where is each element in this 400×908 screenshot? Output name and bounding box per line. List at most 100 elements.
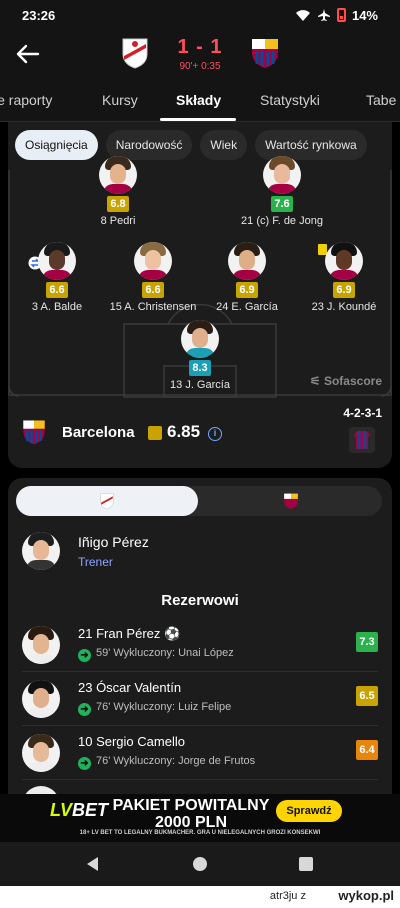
- substitute-rating: 6.4: [356, 740, 378, 760]
- nav-recents-icon[interactable]: [295, 853, 317, 875]
- coach-name: Iñigo Pérez: [78, 534, 149, 550]
- footer-username: atr3ju: [269, 890, 298, 902]
- wifi-icon: [295, 9, 310, 21]
- player-name: 23 J. Koundé: [311, 301, 377, 313]
- barcelona-crest-icon[interactable]: [282, 492, 300, 510]
- barcelona-crest-icon: [23, 420, 45, 445]
- team-rating: 6.85: [167, 422, 201, 441]
- goal-ball-icon: ⚽: [164, 626, 181, 641]
- team-formation: 4-2-3-1: [343, 406, 382, 420]
- player-photo: [99, 156, 137, 194]
- sofascore-watermark: ⚟ Sofascore: [310, 374, 382, 388]
- substitutes-title: Rezerwowi: [161, 592, 239, 609]
- airplane-icon: [317, 9, 330, 21]
- sofascore-logo-icon: ⚟: [309, 374, 321, 388]
- substitute-name-text: 21 Fran Pérez: [78, 626, 161, 641]
- coach-row[interactable]: Iñigo Pérez Trener: [22, 530, 382, 572]
- match-time: 90'+ 0:35: [179, 61, 221, 72]
- substitute-detail-text: 76' Wykluczony: Luiz Felipe: [96, 701, 232, 713]
- battery-icon: [336, 8, 346, 22]
- lineup-card: Osiągnięcia Narodowość Wiek Wartość rynk…: [8, 122, 392, 468]
- team-summary[interactable]: Barcelona 6.85 i 4-2-3-1: [8, 406, 392, 458]
- team-toggle[interactable]: [16, 486, 382, 516]
- wykop-footer: atr3ju z wykop.pl: [0, 886, 400, 908]
- android-nav-bar: [0, 842, 400, 886]
- wykop-logo: wykop.pl: [338, 888, 394, 903]
- watermark-text: Sofascore: [323, 374, 382, 388]
- tab-reports[interactable]: ie raporty: [0, 92, 52, 108]
- pitch: 6.8 8 Pedri 7.6 21 (c) F. de Jong 6.6 3 …: [8, 156, 392, 400]
- player-kounde[interactable]: 6.9 23 J. Koundé: [289, 242, 392, 313]
- rayo-vallecano-crest-icon: [100, 493, 114, 510]
- coach-photo: [22, 532, 60, 570]
- battery-percent: 14%: [351, 7, 378, 23]
- substitute-rating: 6.5: [356, 686, 378, 706]
- player-pedri[interactable]: 6.8 8 Pedri: [63, 156, 173, 227]
- player-name: 13 J. García: [170, 379, 230, 391]
- player-photo: [22, 626, 60, 664]
- player-rating: 6.6: [46, 282, 68, 298]
- substitute-row[interactable]: 21 Fran Pérez ⚽ ➜ 59' Wykluczony: Unai Ló…: [22, 620, 378, 672]
- substitute-detail-text: 59' Wykluczony: Unai López: [96, 647, 234, 659]
- substitute-detail: ➜ 59' Wykluczony: Unai López: [78, 647, 234, 662]
- substitute-name: 10 Sergio Camello: [78, 734, 185, 749]
- player-photo: [134, 242, 172, 280]
- ad-banner[interactable]: LVBET PAKIET POWITALNY 2000 PLN Sprawdź …: [0, 794, 400, 842]
- barcelona-crest-icon[interactable]: [248, 36, 282, 70]
- player-photo: [228, 242, 266, 280]
- player-rating: 6.9: [236, 282, 258, 298]
- player-rating: 6.8: [107, 196, 129, 212]
- player-balde[interactable]: 6.6 3 A. Balde: [8, 242, 112, 313]
- player-photo: [181, 320, 219, 358]
- info-icon[interactable]: i: [208, 427, 222, 441]
- status-bar: 23:26 14%: [0, 0, 400, 30]
- substitute-detail: ➜ 76' Wykluczony: Jorge de Frutos: [78, 755, 255, 770]
- team-name: Barcelona: [62, 424, 135, 441]
- sub-in-arrow-icon: ➜: [78, 757, 91, 770]
- tab-lineups[interactable]: Składy: [176, 92, 221, 108]
- substitute-rating: 7.3: [356, 632, 378, 652]
- player-rating: 7.6: [271, 196, 293, 212]
- tab-statistics[interactable]: Statystyki: [260, 92, 320, 108]
- player-rating: 8.3: [189, 360, 211, 376]
- player-name: 24 E. García: [216, 301, 278, 313]
- back-arrow-icon[interactable]: [14, 40, 42, 68]
- substitute-detail-text: 76' Wykluczony: Jorge de Frutos: [96, 755, 256, 767]
- coach-role: Trener: [78, 555, 113, 569]
- player-rating: 6.6: [142, 282, 164, 298]
- rayo-vallecano-crest-icon[interactable]: [118, 36, 152, 70]
- substitute-row[interactable]: 10 Sergio Camello ➜ 76' Wykluczony: Jorge…: [22, 728, 378, 780]
- substitute-name: 23 Óscar Valentín: [78, 680, 182, 695]
- player-de-jong[interactable]: 7.6 21 (c) F. de Jong: [227, 156, 337, 227]
- tab-bar: ie raporty Kursy Składy Statystyki Tabe: [0, 80, 400, 122]
- sub-in-arrow-icon: ➜: [78, 649, 91, 662]
- ad-title-line: PAKIET POWITALNY: [112, 797, 270, 814]
- match-score: 1 - 1: [177, 36, 223, 58]
- player-photo: [325, 242, 363, 280]
- lvbet-logo: LVBET: [50, 800, 108, 821]
- substitute-name: 21 Fran Pérez ⚽: [78, 626, 180, 642]
- player-e-garcia[interactable]: 6.9 24 E. García: [192, 242, 302, 313]
- ad-title: PAKIET POWITALNY 2000 PLN: [108, 797, 274, 831]
- player-rating: 6.9: [333, 282, 355, 298]
- tab-odds[interactable]: Kursy: [102, 92, 138, 108]
- player-j-garcia[interactable]: 8.3 13 J. García: [145, 320, 255, 391]
- team-kit-icon: [349, 427, 375, 453]
- nav-home-icon[interactable]: [189, 853, 211, 875]
- player-name: 3 A. Balde: [31, 301, 83, 313]
- sub-in-arrow-icon: ➜: [78, 703, 91, 716]
- substitute-row[interactable]: 23 Óscar Valentín ➜ 76' Wykluczony: Luiz …: [22, 674, 378, 726]
- ad-brand-part: LV: [50, 800, 73, 820]
- nav-back-icon[interactable]: [82, 853, 104, 875]
- tab-table[interactable]: Tabe: [366, 92, 396, 108]
- team-details-card: Iñigo Pérez Trener Rezerwowi 21 Fran Pér…: [8, 478, 392, 798]
- player-name: 21 (c) F. de Jong: [241, 215, 323, 227]
- player-photo: [263, 156, 301, 194]
- substitute-detail: ➜ 76' Wykluczony: Luiz Felipe: [78, 701, 231, 716]
- ad-check-button[interactable]: Sprawdź: [276, 800, 342, 822]
- player-photo: [22, 680, 60, 718]
- ad-title-line: 2000 PLN: [154, 814, 228, 831]
- ad-disclaimer: 18+ LV BET TO LEGALNY BUKMACHER. GRA U N…: [79, 830, 321, 836]
- clock: 23:26: [22, 7, 56, 23]
- footer-user: atr3ju z: [270, 890, 306, 902]
